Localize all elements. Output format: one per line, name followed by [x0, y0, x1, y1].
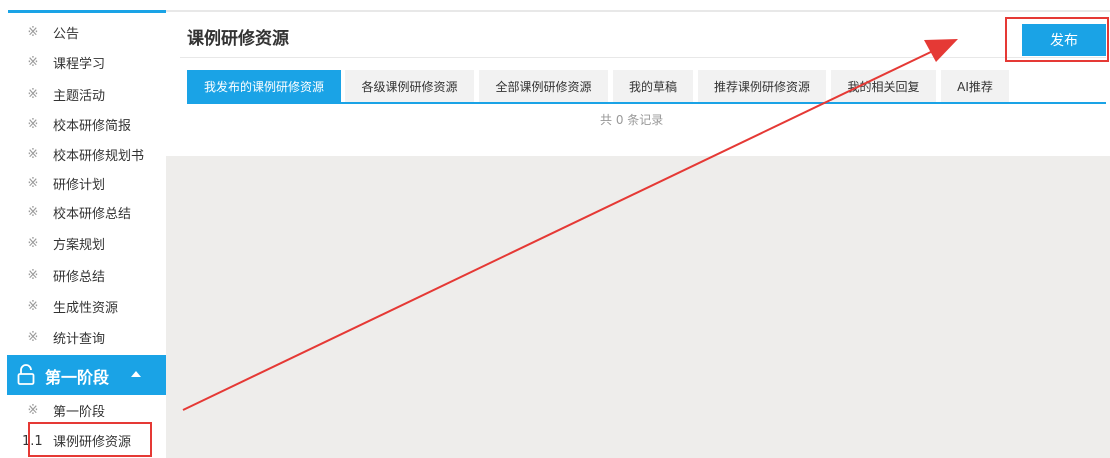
sidebar-item-label: 方案规划 [53, 237, 106, 253]
sidebar-item-label: 第一阶段 [53, 404, 106, 420]
sidebar-item-generative-resources[interactable]: ※ 生成性资源 [0, 291, 166, 321]
sidebar-item-course-study[interactable]: ※ 课程学习 [0, 47, 166, 77]
bullet-icon: ※ [27, 204, 39, 220]
bullet-icon: ※ [27, 298, 39, 314]
caret-up-icon [131, 371, 141, 377]
sidebar-item-scheme-planning[interactable]: ※ 方案规划 [0, 228, 166, 258]
stage-toggle[interactable]: 第一阶段 [7, 355, 166, 395]
tab-all-resources[interactable]: 全部课例研修资源 [479, 70, 608, 102]
bullet-icon: ※ [27, 235, 39, 251]
bullet-icon: ※ [27, 116, 39, 132]
tab-recommended[interactable]: 推荐课例研修资源 [698, 70, 826, 102]
sidebar-item-stage-one[interactable]: ※ 第一阶段 [0, 395, 166, 425]
annotation-highlight-box [28, 422, 152, 457]
bullet-icon: ※ [27, 86, 39, 102]
sidebar-item-school-summary[interactable]: ※ 校本研修总结 [0, 197, 166, 227]
content-background [166, 156, 1110, 458]
annotation-highlight-box [1005, 17, 1109, 62]
sidebar-item-label: 课程学习 [53, 56, 106, 72]
bullet-icon: ※ [27, 329, 39, 345]
sidebar: ※ 公告 ※ 课程学习 ※ 主题活动 ※ 校本研修简报 ※ 校本研修规划书 ※ … [0, 0, 166, 458]
sidebar-item-statistics[interactable]: ※ 统计查询 [0, 322, 166, 352]
sidebar-item-label: 校本研修简报 [53, 118, 132, 134]
bullet-icon: ※ [27, 402, 39, 418]
sidebar-item-school-briefing[interactable]: ※ 校本研修简报 [0, 109, 166, 139]
tab-my-drafts[interactable]: 我的草稿 [613, 70, 693, 102]
bullet-icon: ※ [27, 24, 39, 40]
tab-my-published[interactable]: 我发布的课例研修资源 [187, 70, 341, 102]
sidebar-item-label: 生成性资源 [53, 300, 119, 316]
bullet-icon: ※ [27, 175, 39, 191]
sidebar-accent-bar [8, 10, 166, 13]
sidebar-item-study-summary[interactable]: ※ 研修总结 [0, 260, 166, 290]
tab-my-replies[interactable]: 我的相关回复 [831, 70, 936, 102]
sidebar-item-announcement[interactable]: ※ 公告 [0, 17, 166, 47]
record-count: 共 0 条记录 [600, 113, 664, 127]
stage-label: 第一阶段 [45, 368, 110, 387]
sidebar-item-label: 统计查询 [53, 331, 106, 347]
sidebar-item-label: 公告 [53, 26, 80, 42]
sidebar-item-study-plan[interactable]: ※ 研修计划 [0, 168, 166, 198]
sidebar-item-label: 校本研修总结 [53, 206, 132, 222]
sidebar-item-label: 校本研修规划书 [53, 148, 145, 164]
tab-ai-recommend[interactable]: AI推荐 [941, 70, 1009, 102]
bullet-icon: ※ [27, 146, 39, 162]
bullet-icon: ※ [27, 267, 39, 283]
unlock-icon [17, 364, 35, 385]
tab-bar: 我发布的课例研修资源 各级课例研修资源 全部课例研修资源 我的草稿 推荐课例研修… [187, 70, 1106, 104]
app-window: ※ 公告 ※ 课程学习 ※ 主题活动 ※ 校本研修简报 ※ 校本研修规划书 ※ … [0, 0, 1110, 458]
sidebar-item-school-plan-book[interactable]: ※ 校本研修规划书 [0, 139, 166, 169]
sidebar-item-label: 研修总结 [53, 269, 106, 285]
sidebar-item-label: 主题活动 [53, 88, 106, 104]
page-title: 课例研修资源 [187, 29, 289, 49]
sidebar-item-label: 研修计划 [53, 177, 106, 193]
sidebar-item-theme-activity[interactable]: ※ 主题活动 [0, 79, 166, 109]
tab-all-levels[interactable]: 各级课例研修资源 [345, 70, 474, 102]
bullet-icon: ※ [27, 54, 39, 70]
divider [180, 57, 1106, 58]
